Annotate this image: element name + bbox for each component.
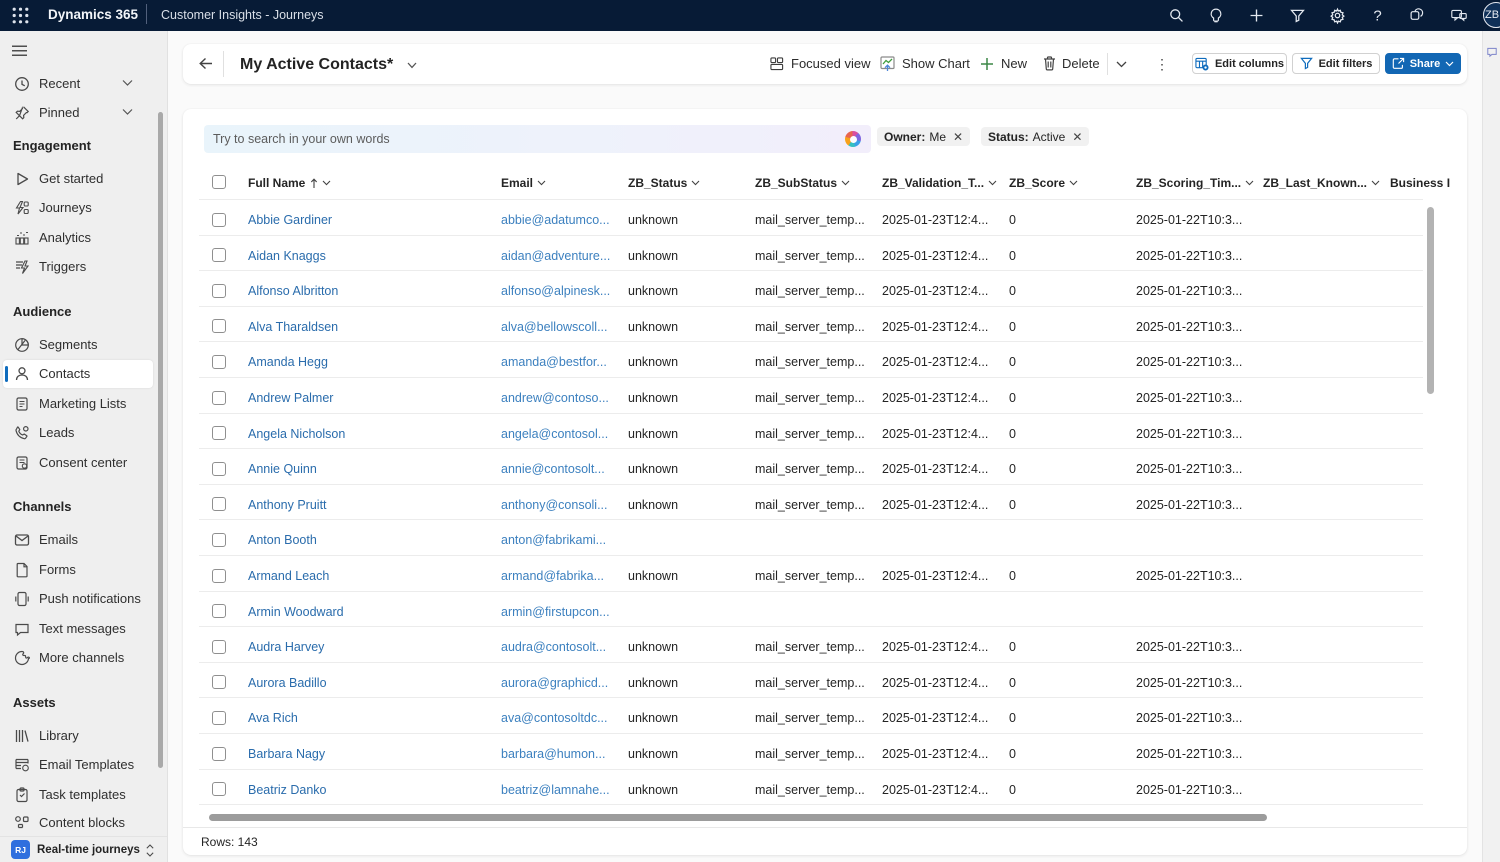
svg-text:?: ?: [1373, 8, 1381, 25]
